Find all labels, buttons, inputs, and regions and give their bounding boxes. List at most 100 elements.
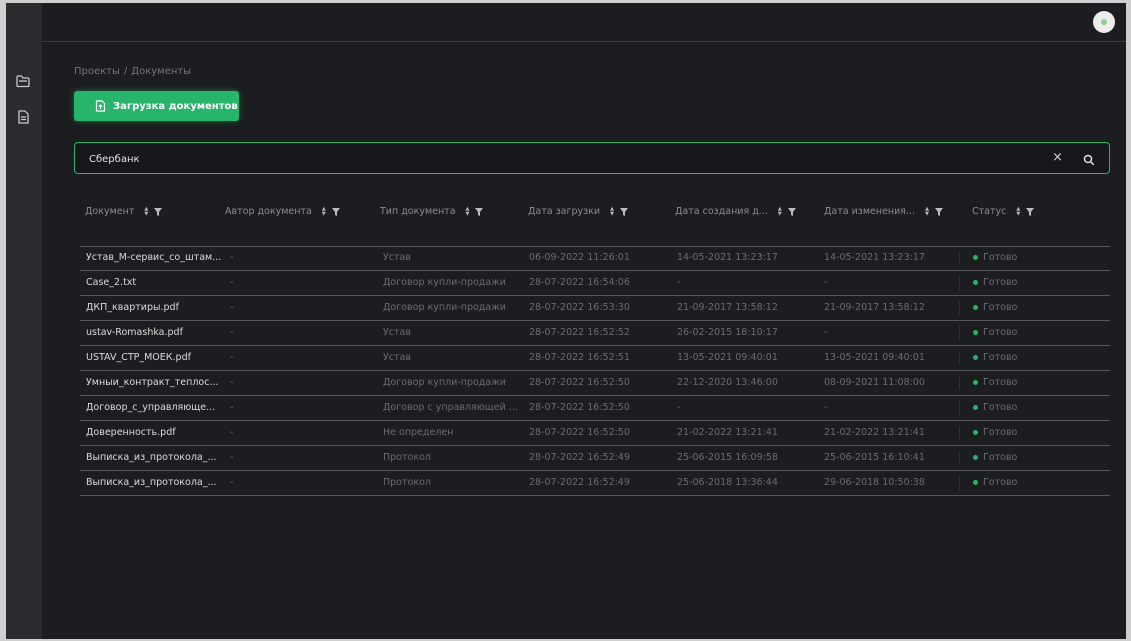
breadcrumb-projects[interactable]: Проекты (74, 66, 120, 77)
search-input[interactable] (87, 143, 991, 175)
column-controls: ▲ ▼ (466, 206, 484, 217)
column-divider (959, 476, 960, 490)
status-label: Готово (983, 352, 1018, 363)
filter-icon[interactable] (154, 207, 163, 216)
table-row[interactable]: Доверенность.pdf - Не определен 28-07-2022 … (80, 421, 1110, 446)
column-header-type: Тип документа ▲ ▼ (380, 206, 484, 217)
table-row[interactable]: ustav-Romashka.pdf - Устав 28-07-2022 16:52… (80, 321, 1110, 346)
column-header-author: Автор документа ▲ ▼ (225, 206, 340, 217)
status-dot (973, 330, 978, 335)
cell-upload-date: 28-07-2022 16:53:30 (529, 302, 630, 313)
filter-icon[interactable] (787, 207, 796, 216)
column-controls: ▲ ▼ (322, 206, 340, 217)
column-divider (959, 376, 960, 390)
cell-modified-date: - (824, 402, 828, 413)
cell-document-name[interactable]: Умныи_контракт_теплос... (86, 377, 221, 388)
cell-document-name[interactable]: Выписка_из_протокола_... (86, 477, 221, 488)
column-divider (959, 401, 960, 415)
sort-icon[interactable]: ▲ ▼ (1016, 206, 1020, 217)
status-badge: Готово (973, 352, 1017, 363)
column-controls: ▲ ▼ (144, 206, 163, 217)
document-icon[interactable] (14, 108, 32, 126)
column-header-created-date: Дата создания д... ▲ ▼ (675, 206, 796, 217)
status-dot (973, 255, 978, 260)
table-row[interactable]: Договор_с_управляюще... - Договор с управл… (80, 396, 1110, 421)
cell-document-type: Договор с управляющей ... (383, 402, 518, 413)
column-header-document: Документ ▲ ▼ (85, 206, 163, 217)
sort-icon[interactable]: ▲ ▼ (925, 206, 929, 217)
column-header-label: Документ (85, 206, 135, 217)
table-row[interactable]: Case_2.txt - Договор купли-продажи 28-07-20… (80, 271, 1110, 296)
cell-author: - (230, 402, 234, 413)
table-row[interactable]: ДКП_квартиры.pdf - Договор купли-продажи 28… (80, 296, 1110, 321)
cell-document-name[interactable]: ustav-Romashka.pdf (86, 327, 221, 338)
column-divider (959, 451, 960, 465)
cell-document-type: Протокол (383, 477, 431, 488)
search-icon[interactable] (1083, 151, 1095, 170)
search-bar: × (74, 142, 1110, 175)
status-badge: Готово (973, 427, 1017, 438)
table-header: Документ ▲ ▼ Автор документа ▲ ▼ Тип докумен… (80, 203, 1110, 227)
cell-document-name[interactable]: Case_2.txt (86, 277, 221, 288)
cell-modified-date: 13-05-2021 09:40:01 (824, 352, 925, 363)
cell-created-date: - (677, 277, 681, 288)
table-row[interactable]: Выписка_из_протокола_... - Протокол 28-07-2… (80, 446, 1110, 471)
cell-created-date: 26-02-2015 18:10:17 (677, 327, 778, 338)
breadcrumb-documents: Документы (131, 66, 192, 77)
cell-document-type: Устав (383, 327, 411, 338)
table-row[interactable]: Выписка_из_протокола_... - Протокол 28-07-2… (80, 471, 1110, 496)
cell-document-name[interactable]: USTAV_СТР_МОЕК.pdf (86, 352, 221, 363)
cell-created-date: 21-09-2017 13:58:12 (677, 302, 778, 313)
column-controls: ▲ ▼ (610, 206, 628, 217)
sort-icon[interactable]: ▲ ▼ (322, 206, 326, 217)
column-divider (959, 251, 960, 265)
cell-modified-date: 14-05-2021 13:23:17 (824, 252, 925, 263)
cell-created-date: 22-12-2020 13:46:00 (677, 377, 778, 388)
sort-icon[interactable]: ▲ ▼ (778, 206, 782, 217)
cell-document-name[interactable]: ДКП_квартиры.pdf (86, 302, 221, 313)
column-controls: ▲ ▼ (1016, 206, 1035, 217)
sort-icon[interactable]: ▲ ▼ (466, 206, 470, 217)
sort-icon[interactable]: ▲ ▼ (610, 206, 614, 217)
folder-icon[interactable] (14, 72, 32, 90)
status-dot (973, 405, 978, 410)
sort-icon[interactable]: ▲ ▼ (144, 206, 148, 217)
status-label: Готово (983, 377, 1018, 388)
cell-document-name[interactable]: Доверенность.pdf (86, 427, 221, 438)
table-body: Устав_М-сервис_со_штам... - Устав 06-09-202… (80, 246, 1110, 496)
column-divider (959, 276, 960, 290)
filter-icon[interactable] (475, 207, 484, 216)
column-header-label: Дата загрузки (528, 206, 601, 217)
status-dot (973, 480, 978, 485)
cell-document-type: Договор купли-продажи (383, 277, 506, 288)
status-dot (973, 280, 978, 285)
status-badge: Готово (973, 302, 1017, 313)
status-dot (973, 430, 978, 435)
cell-created-date: 25-06-2015 16:09:58 (677, 452, 778, 463)
table-row[interactable]: USTAV_СТР_МОЕК.pdf - Устав 28-07-2022 16:52… (80, 346, 1110, 371)
table-row[interactable]: Умныи_контракт_теплос... - Договор купли-п… (80, 371, 1110, 396)
cell-created-date: 25-06-2018 13:36:44 (677, 477, 778, 488)
column-divider (959, 426, 960, 440)
cell-document-name[interactable]: Договор_с_управляюще... (86, 402, 221, 413)
status-label: Готово (983, 252, 1018, 263)
cell-document-type: Договор купли-продажи (383, 377, 506, 388)
clear-icon[interactable]: × (1052, 150, 1063, 165)
top-bar (42, 3, 1126, 42)
documents-table: Документ ▲ ▼ Автор документа ▲ ▼ Тип докумен… (80, 203, 1110, 496)
cell-created-date: 21-02-2022 13:21:41 (677, 427, 778, 438)
filter-icon[interactable] (619, 207, 628, 216)
cell-upload-date: 28-07-2022 16:52:50 (529, 427, 630, 438)
cell-document-name[interactable]: Устав_М-сервис_со_штам... (86, 252, 221, 263)
cell-author: - (230, 377, 234, 388)
cell-author: - (230, 477, 234, 488)
filter-icon[interactable] (1026, 207, 1035, 216)
avatar[interactable] (1093, 11, 1115, 33)
status-dot (973, 380, 978, 385)
filter-icon[interactable] (331, 207, 340, 216)
column-controls: ▲ ▼ (925, 206, 943, 217)
filter-icon[interactable] (934, 207, 943, 216)
table-row[interactable]: Устав_М-сервис_со_штам... - Устав 06-09-202… (80, 246, 1110, 271)
cell-document-name[interactable]: Выписка_из_протокола_... (86, 452, 221, 463)
upload-documents-button[interactable]: Загрузка документов (74, 91, 239, 121)
